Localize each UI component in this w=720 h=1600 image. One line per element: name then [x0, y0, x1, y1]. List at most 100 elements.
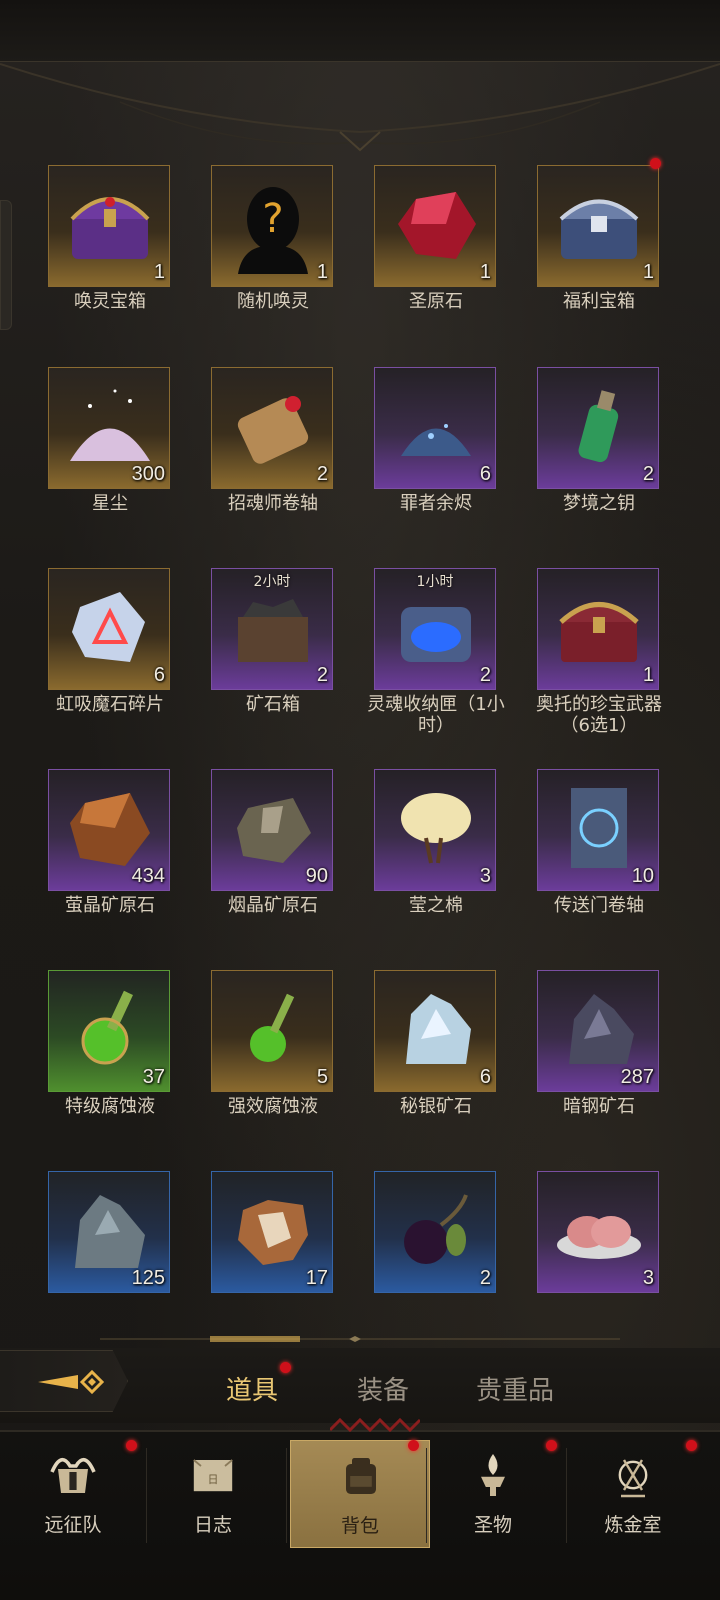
item-tile[interactable]: 90 [211, 769, 333, 891]
inventory-item[interactable]: 1小时 2 灵魂收纳匣（1小时） [367, 568, 505, 748]
item-tile[interactable]: 37 [48, 970, 170, 1092]
inventory-item[interactable]: 90 烟晶矿原石 [211, 769, 335, 949]
notification-dot [280, 1362, 291, 1373]
item-tile[interactable]: 300 [48, 367, 170, 489]
item-tile[interactable]: 6 [374, 367, 496, 489]
side-drawer-handle[interactable] [0, 200, 12, 330]
item-count: 287 [620, 1066, 654, 1088]
item-tile[interactable]: 3 [537, 1171, 659, 1293]
item-tile[interactable]: ? 1 [211, 165, 333, 287]
inventory-item[interactable]: 434 萤晶矿原石 [48, 769, 172, 949]
item-tile[interactable]: 6 [48, 568, 170, 690]
nav-journal[interactable]: 日日志 [148, 1440, 278, 1548]
rune-shard-icon [72, 592, 145, 662]
item-count: 2 [316, 463, 328, 485]
inventory-item[interactable]: 6 罪者余烬 [374, 367, 498, 547]
backpack-icon [346, 1458, 376, 1494]
dark-fruit-icon [404, 1194, 468, 1264]
item-count: 300 [131, 463, 165, 485]
item-tile[interactable]: 2 [211, 367, 333, 489]
inventory-item[interactable]: 2 招魂师卷轴 [211, 367, 335, 547]
inventory-item[interactable]: 2 梦境之钥 [537, 367, 661, 547]
item-tile[interactable]: 287 [537, 970, 659, 1092]
nav-alchemy[interactable]: 炼金室 [568, 1440, 698, 1548]
notification-dot [546, 1440, 557, 1451]
inventory-item[interactable]: 2 [374, 1171, 498, 1351]
item-name: 特级腐蚀液 [65, 1096, 155, 1117]
nav-expedition[interactable]: 远征队 [8, 1440, 138, 1548]
item-tile[interactable]: 2 [537, 367, 659, 489]
inventory-item[interactable]: 3 莹之棉 [374, 769, 498, 949]
item-name: 罪者余烬 [400, 493, 472, 514]
item-tile[interactable]: 125 [48, 1171, 170, 1293]
item-tile[interactable]: 1 [537, 165, 659, 287]
item-name: 莹之棉 [409, 895, 463, 916]
item-tile[interactable]: 17 [211, 1171, 333, 1293]
nav-relics[interactable]: 圣物 [428, 1440, 558, 1548]
item-count: 434 [131, 865, 165, 887]
item-tile[interactable]: 2小时 2 [211, 568, 333, 690]
tab-items[interactable]: 道具 [226, 1370, 278, 1407]
inventory-item[interactable]: 125 [48, 1171, 172, 1351]
inventory-item[interactable]: ? 1 随机唤灵 [211, 165, 335, 345]
item-count: 2 [479, 1267, 491, 1289]
nav-backpack[interactable]: 背包 [290, 1440, 430, 1548]
stardust-pile-icon [70, 389, 150, 461]
item-tile[interactable]: 1 [48, 165, 170, 287]
green-flask-icon [81, 990, 133, 1065]
inventory-item[interactable]: 6 秘银矿石 [374, 970, 498, 1150]
item-count: 3 [642, 1267, 654, 1289]
svg-text:?: ? [262, 196, 283, 242]
item-tile[interactable]: 3 [374, 769, 496, 891]
nav-separator [566, 1448, 567, 1543]
collapse-button[interactable] [0, 1350, 128, 1412]
item-name: 萤晶矿原石 [65, 895, 155, 916]
notification-dot [408, 1440, 419, 1451]
inventory-item[interactable]: 287 暗钢矿石 [537, 970, 661, 1150]
item-name: 灵魂收纳匣（1小时） [367, 694, 505, 736]
inventory-item[interactable]: 17 [211, 1171, 335, 1351]
item-tile[interactable]: 6 [374, 970, 496, 1092]
item-count: 1 [153, 261, 165, 283]
item-tile[interactable]: 1 [537, 568, 659, 690]
inventory-item[interactable]: 1 唤灵宝箱 [48, 165, 172, 345]
tab-valuables[interactable]: 贵重品 [476, 1370, 554, 1407]
item-name: 随机唤灵 [237, 291, 309, 312]
item-tile[interactable]: 1小时 2 [374, 568, 496, 690]
header-ornament [0, 63, 720, 152]
ore-crate-icon [238, 599, 308, 662]
inventory-item[interactable]: 300 星尘 [48, 367, 172, 547]
item-count: 1 [642, 261, 654, 283]
item-tile[interactable]: 2 [374, 1171, 496, 1293]
item-name: 福利宝箱 [563, 291, 635, 312]
arrow-left-icon [38, 1369, 104, 1395]
inventory-item[interactable]: 5 强效腐蚀液 [211, 970, 335, 1150]
brazier-icon [481, 1454, 505, 1496]
item-tile[interactable]: 5 [211, 970, 333, 1092]
inventory-item[interactable]: 1 福利宝箱 [537, 158, 661, 345]
green-flask-small-icon [250, 993, 295, 1062]
item-timer: 1小时 [416, 574, 454, 590]
mithril-ore-icon [406, 994, 471, 1064]
soul-box-icon [401, 607, 471, 662]
inventory-item[interactable]: 10 传送门卷轴 [537, 769, 661, 949]
inventory-item[interactable]: 3 [537, 1171, 661, 1351]
top-bar [0, 0, 720, 62]
item-tile[interactable]: 434 [48, 769, 170, 891]
item-tile[interactable]: 10 [537, 769, 659, 891]
inventory-item[interactable]: 1 奥托的珍宝武器（6选1） [536, 568, 662, 748]
item-tile[interactable]: 1 [374, 165, 496, 287]
map-scroll-icon: 日 [193, 1459, 233, 1492]
portal-scroll-icon [571, 788, 627, 868]
nav-label: 远征队 [44, 1514, 102, 1536]
tab-equipment[interactable]: 装备 [357, 1370, 409, 1407]
inventory-item[interactable]: 2小时 2 矿石箱 [211, 568, 335, 748]
item-name: 唤灵宝箱 [74, 291, 146, 312]
notification-dot [126, 1440, 137, 1451]
notification-dot [686, 1440, 697, 1451]
inventory-item[interactable]: 37 特级腐蚀液 [48, 970, 172, 1150]
inventory-item[interactable]: 6 虹吸魔石碎片 [48, 568, 172, 748]
inventory-item[interactable]: 1 圣原石 [374, 165, 498, 345]
silver-chest-icon [559, 199, 639, 259]
item-name: 奥托的珍宝武器（6选1） [536, 694, 662, 736]
